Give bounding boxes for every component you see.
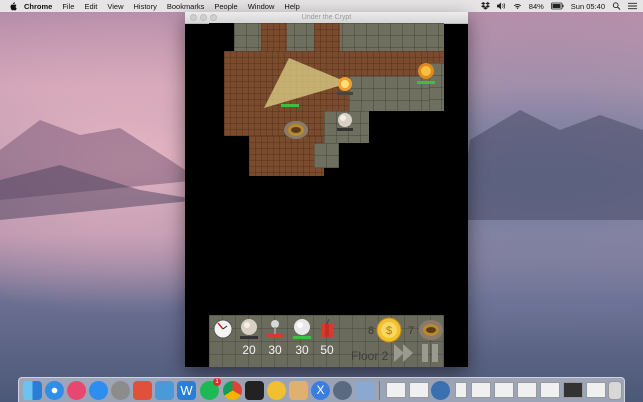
menu-file[interactable]: File <box>62 2 74 11</box>
game-canvas[interactable]: 20 30 30 50 8 $ 7 Floor 2 <box>209 23 444 367</box>
gold-treasure-icon[interactable] <box>415 61 437 85</box>
trash-icon[interactable] <box>608 381 622 400</box>
window-thumbnail[interactable] <box>540 382 560 398</box>
apple-icon[interactable] <box>8 1 18 11</box>
vpn-app-icon[interactable] <box>431 381 450 400</box>
menu-view[interactable]: View <box>107 2 123 11</box>
window-thumbnail[interactable] <box>586 382 606 398</box>
terminal-icon[interactable] <box>245 381 264 400</box>
stone-orb-tool-icon[interactable] <box>238 318 260 340</box>
zoom-button[interactable] <box>210 14 217 21</box>
x-app-icon[interactable]: X <box>311 381 330 400</box>
game-window: Under the Crypt 20 30 30 50 8 $ 7 Floor … <box>185 12 468 367</box>
clock[interactable]: Sun 05:40 <box>571 2 605 11</box>
window-thumbnail[interactable] <box>471 382 491 398</box>
window-thumbnail[interactable] <box>563 382 583 398</box>
battery-icon[interactable] <box>550 2 564 10</box>
volume-icon[interactable] <box>496 2 506 10</box>
window-thumbnail[interactable] <box>494 382 514 398</box>
menu-help[interactable]: Help <box>284 2 299 11</box>
fast-forward-button[interactable] <box>392 341 416 365</box>
pit-trap-icon <box>284 121 308 139</box>
stone-orb-cost: 20 <box>242 343 256 357</box>
spike-trap-tool-icon[interactable] <box>264 318 286 340</box>
spotlight-search-icon[interactable] <box>612 2 621 10</box>
lives-count: 8 <box>368 325 375 337</box>
menu-history[interactable]: History <box>134 2 157 11</box>
toy-icon[interactable] <box>289 381 308 400</box>
window-thumbnail[interactable] <box>517 382 537 398</box>
dock: W 1 X <box>18 377 625 402</box>
wall-south-step <box>314 143 339 168</box>
finder-icon[interactable] <box>23 381 42 400</box>
fire-sentry-icon <box>337 77 353 95</box>
minimize-button[interactable] <box>200 14 207 21</box>
ghost-icon[interactable] <box>333 381 352 400</box>
menu-window[interactable]: Window <box>248 2 275 11</box>
dynamite-tool-icon[interactable] <box>316 318 338 340</box>
dynamite-cost: 50 <box>320 343 334 357</box>
item-count: 7 <box>408 325 415 337</box>
system-preferences-icon[interactable] <box>111 381 130 400</box>
dropbox-icon[interactable] <box>480 2 490 10</box>
safari-icon[interactable] <box>45 381 64 400</box>
pause-button[interactable] <box>419 341 441 365</box>
mail-icon[interactable] <box>355 381 374 400</box>
dock-divider <box>379 381 380 400</box>
edit-icon[interactable] <box>155 381 174 400</box>
pinwheel-icon[interactable] <box>267 381 286 400</box>
floor-south <box>249 136 324 176</box>
floor-label: Floor 2 <box>351 349 389 363</box>
w-app-icon[interactable]: W <box>177 381 196 400</box>
timer-tool-icon[interactable] <box>212 318 234 340</box>
status-area: 84% Sun 05:40 <box>480 0 637 12</box>
window-thumbnail[interactable] <box>386 382 406 398</box>
spike-trap-cost: 30 <box>268 343 282 357</box>
orb-turret-tool-icon[interactable] <box>291 318 313 340</box>
sentry-light-cone <box>264 58 349 108</box>
floor-corridor-top <box>261 23 287 51</box>
notification-center-icon[interactable] <box>628 2 637 10</box>
pit-trap-tool-icon[interactable] <box>418 318 444 342</box>
close-button[interactable] <box>190 14 197 21</box>
orb-turret-cost: 30 <box>295 343 309 357</box>
floor-corridor-top-2 <box>314 23 340 51</box>
chrome-icon[interactable] <box>223 381 242 400</box>
window-title: Under the Crypt <box>301 14 352 21</box>
gold-coin-icon: $ <box>376 317 402 343</box>
stone-orb-icon <box>337 113 353 131</box>
menu-bookmarks[interactable]: Bookmarks <box>167 2 205 11</box>
wifi-icon[interactable] <box>513 2 522 10</box>
menu-people[interactable]: People <box>214 2 237 11</box>
hud-panel: 20 30 30 50 8 $ 7 Floor 2 <box>209 315 444 367</box>
menu-bar: Chrome File Edit View History Bookmarks … <box>0 0 643 12</box>
app-store-icon[interactable] <box>89 381 108 400</box>
menu-edit[interactable]: Edit <box>84 2 97 11</box>
window-thumbnail[interactable] <box>455 382 467 398</box>
battery-percent: 84% <box>528 1 544 11</box>
svg-text:$: $ <box>386 325 392 337</box>
spotify-badge: 1 <box>213 378 221 386</box>
menu-app-name[interactable]: Chrome <box>24 2 52 11</box>
window-thumbnail[interactable] <box>409 382 429 398</box>
itunes-icon[interactable] <box>67 381 86 400</box>
player-health-bar <box>281 104 299 107</box>
preview-icon[interactable] <box>133 381 152 400</box>
